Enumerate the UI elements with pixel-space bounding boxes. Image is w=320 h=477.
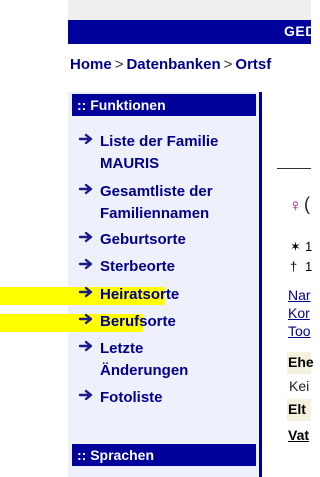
- sidebar-item-label[interactable]: Letzte Änderungen: [100, 338, 188, 382]
- birth-icon: ✶: [290, 239, 301, 254]
- sidebar-item-label[interactable]: Fotoliste: [100, 387, 163, 409]
- breadcrumb-databases-link[interactable]: Datenbanken: [126, 56, 220, 73]
- sidebar-item-label-line: Heiratsorte: [100, 286, 180, 303]
- sidebar-item-label-line: Liste der Familie: [100, 133, 219, 150]
- content-link-tod[interactable]: Too: [288, 323, 311, 339]
- sidebar-item-label-line: Fotoliste: [100, 389, 163, 406]
- site-banner: GED: [68, 20, 315, 44]
- death-date: 1: [305, 259, 313, 274]
- arrow-right-icon: [78, 389, 93, 401]
- sidebar-divider: [259, 92, 262, 477]
- arrow-right-icon: [78, 133, 93, 145]
- sidebar-item-label-line: Familiennamen: [100, 205, 210, 222]
- languages-header: :: Sprachen: [72, 444, 256, 466]
- banner-title: GED: [284, 23, 316, 39]
- sidebar-item[interactable]: Geburtsorte: [74, 229, 254, 251]
- birth-date: 1: [305, 239, 313, 254]
- sidebar-item[interactable]: Liste der Familie MAURIS: [74, 131, 254, 175]
- sidebar-item[interactable]: Berufsorte: [74, 311, 254, 333]
- sidebar-item-label-line: Letzte: [100, 340, 144, 357]
- sidebar-item-label[interactable]: Sterbeorte: [100, 256, 175, 278]
- content-link-kor[interactable]: Kor: [288, 305, 310, 321]
- parents-header: Elt: [287, 399, 311, 421]
- sidebar-item[interactable]: Gesamtliste der Familiennamen: [74, 181, 254, 225]
- sidebar-item-label[interactable]: Heiratsorte: [100, 284, 179, 306]
- breadcrumb-home-link[interactable]: Home: [70, 56, 112, 73]
- marriage-none-text: Kei: [289, 378, 310, 394]
- sidebar-item-label-line: Sterbeorte: [100, 258, 176, 275]
- arrow-right-icon: [78, 313, 93, 325]
- breadcrumb-separator: >: [223, 56, 233, 73]
- sidebar-item-label-line: Berufsorte: [100, 313, 176, 330]
- sidebar-item-label[interactable]: Geburtsorte: [100, 229, 186, 251]
- sidebar-item-label-line: MAURIS: [100, 155, 160, 172]
- sidebar-item-label[interactable]: Liste der Familie MAURIS: [100, 131, 218, 175]
- breadcrumb-separator: >: [114, 56, 124, 73]
- functions-header: :: Funktionen: [72, 94, 256, 116]
- content-divider: [277, 168, 311, 169]
- arrow-right-icon: [78, 258, 93, 270]
- father-link[interactable]: Vat: [288, 427, 309, 443]
- marriage-header: Ehe: [287, 352, 314, 374]
- sidebar-item-label[interactable]: Gesamtliste der Familiennamen: [100, 181, 213, 225]
- breadcrumb-places-link[interactable]: Ortsf: [235, 56, 271, 73]
- death-icon: †: [290, 259, 298, 274]
- left-gutter: [0, 0, 68, 477]
- arrow-right-icon: [78, 286, 93, 298]
- sidebar-item[interactable]: Sterbeorte: [74, 256, 254, 278]
- arrow-right-icon: [78, 183, 93, 195]
- sidebar-item-label[interactable]: Berufsorte: [100, 311, 176, 333]
- sidebar-item[interactable]: Heiratsorte: [74, 284, 254, 306]
- breadcrumb: Home > Datenbanken > Ortsf: [70, 56, 271, 73]
- sidebar-item-label-line: Änderungen: [100, 362, 189, 379]
- sidebar-item[interactable]: Fotoliste: [74, 387, 254, 409]
- arrow-right-icon: [78, 340, 93, 352]
- name-paren: (: [304, 194, 310, 214]
- content-link-name[interactable]: Nar: [288, 287, 311, 303]
- arrow-right-icon: [78, 231, 93, 243]
- sidebar-item-label-line: Gesamtliste der: [100, 183, 213, 200]
- sidebar: :: Funktionen Liste der FamilieMAURISGes…: [0, 92, 262, 477]
- sidebar-item-label-line: Geburtsorte: [100, 231, 186, 248]
- top-band: [68, 0, 311, 20]
- sidebar-item[interactable]: Letzte Änderungen: [74, 338, 254, 382]
- female-icon: ♀: [289, 196, 302, 215]
